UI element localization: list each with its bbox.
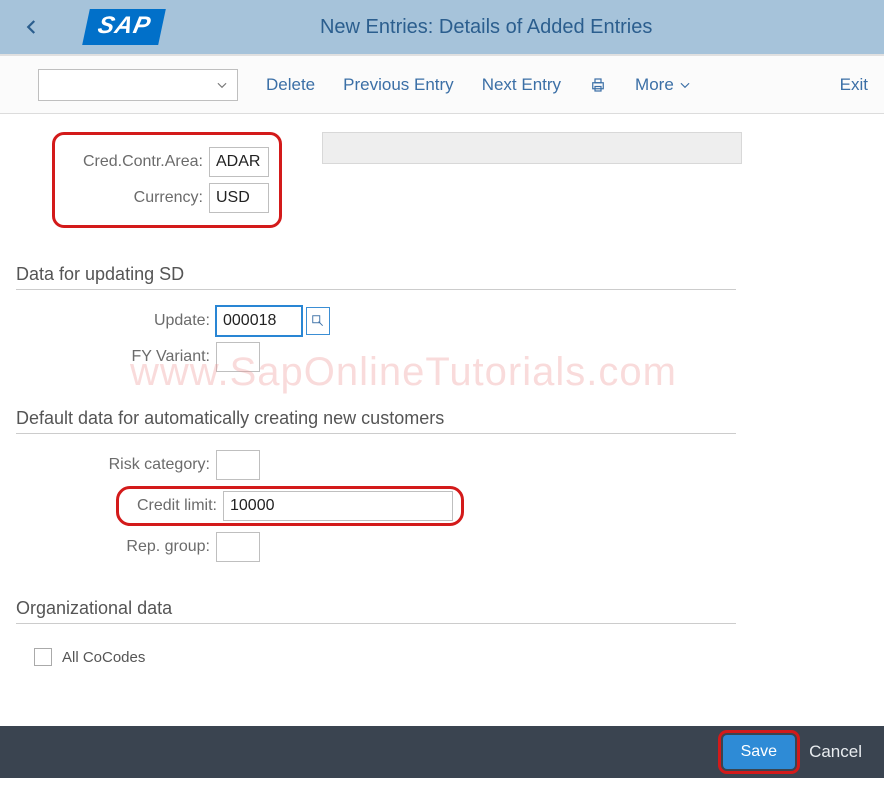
all-cocodes-label: All CoCodes <box>62 649 145 666</box>
section-sd-title: Data for updating SD <box>16 264 736 290</box>
print-button[interactable] <box>589 76 607 94</box>
update-input[interactable] <box>216 306 302 336</box>
more-label: More <box>635 75 674 95</box>
rep-group-input[interactable] <box>216 532 260 562</box>
fy-variant-input[interactable] <box>216 342 260 372</box>
title-bar: SAP New Entries: Details of Added Entrie… <box>0 0 884 56</box>
content-area: www.SapOnlineTutorials.com Cred.Contr.Ar… <box>0 114 884 786</box>
print-icon <box>589 76 607 94</box>
sap-logo: SAP <box>82 9 166 45</box>
cancel-button[interactable]: Cancel <box>809 742 862 762</box>
description-display <box>322 132 742 164</box>
currency-label: Currency: <box>59 189 209 207</box>
risk-category-input[interactable] <box>216 450 260 480</box>
chevron-down-icon <box>678 78 692 92</box>
page-title: New Entries: Details of Added Entries <box>102 16 870 39</box>
fy-variant-label: FY Variant: <box>12 348 216 366</box>
exit-button[interactable]: Exit <box>840 75 868 95</box>
toolbar: Delete Previous Entry Next Entry More Ex… <box>0 56 884 114</box>
credit-limit-input[interactable] <box>223 491 453 521</box>
update-f4-button[interactable] <box>306 307 330 335</box>
previous-entry-button[interactable]: Previous Entry <box>343 75 454 95</box>
rep-group-label: Rep. group: <box>12 538 216 556</box>
chevron-left-icon <box>23 18 41 36</box>
section-default-title: Default data for automatically creating … <box>16 408 736 434</box>
more-button[interactable]: More <box>635 75 692 95</box>
back-button[interactable] <box>14 9 50 45</box>
save-button[interactable]: Save <box>723 735 795 769</box>
next-entry-button[interactable]: Next Entry <box>482 75 561 95</box>
currency-input[interactable] <box>209 183 269 213</box>
view-selector[interactable] <box>38 69 238 101</box>
cred-area-input[interactable] <box>209 147 269 177</box>
footer-bar: Save Cancel <box>0 726 884 778</box>
section-org-title: Organizational data <box>16 598 736 624</box>
update-label: Update: <box>12 312 216 330</box>
cred-area-label: Cred.Contr.Area: <box>59 153 209 171</box>
search-help-icon <box>311 314 325 328</box>
delete-button[interactable]: Delete <box>266 75 315 95</box>
risk-category-label: Risk category: <box>12 456 216 474</box>
all-cocodes-checkbox[interactable] <box>34 648 52 666</box>
highlight-credit-area: Cred.Contr.Area: Currency: <box>52 132 282 228</box>
chevron-down-icon <box>215 78 229 92</box>
credit-limit-label: Credit limit: <box>123 497 223 515</box>
highlight-credit-limit: Credit limit: <box>116 486 464 526</box>
